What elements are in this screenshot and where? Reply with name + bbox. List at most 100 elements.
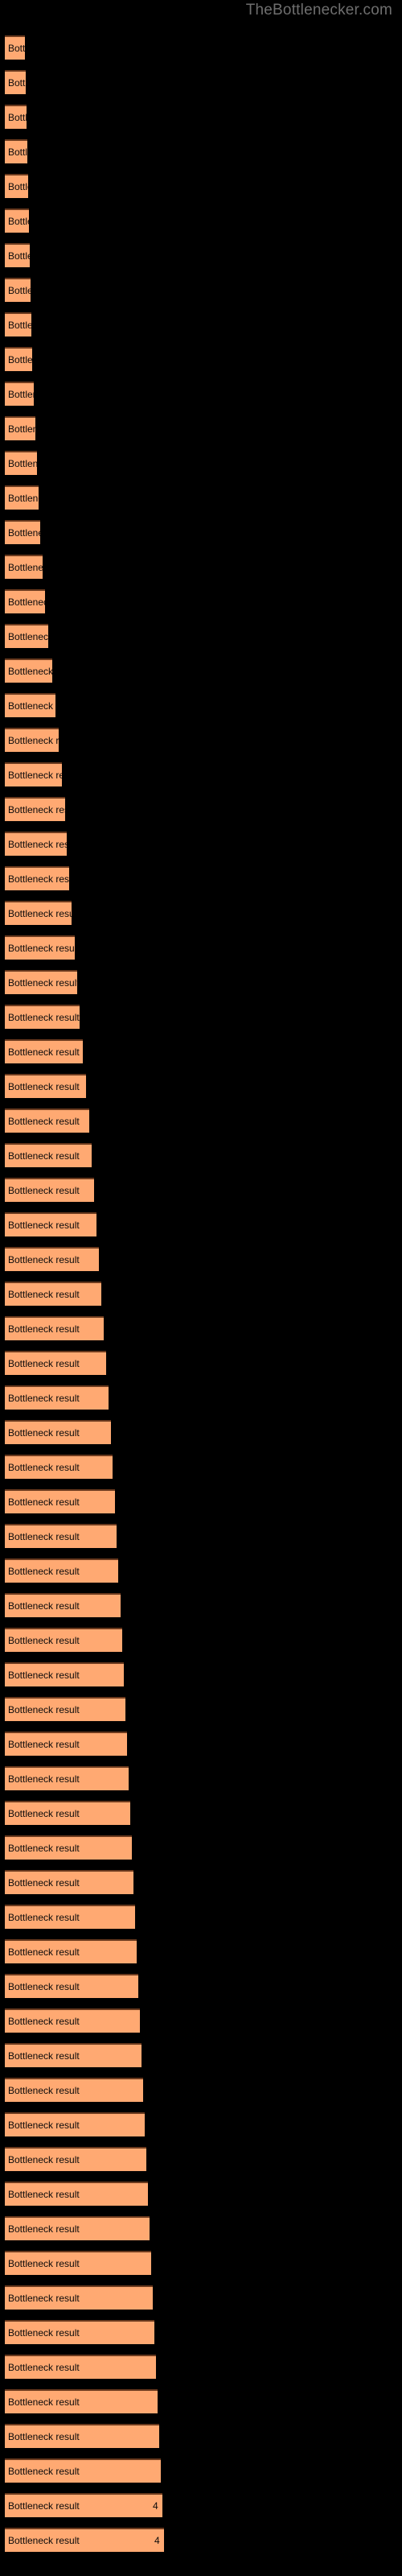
- bar[interactable]: Bottleneck result: [5, 451, 37, 475]
- bar[interactable]: Bottleneck result: [5, 1455, 113, 1479]
- bar-label: Bottleneck result: [8, 2327, 80, 2339]
- bar[interactable]: Bottleneck result: [5, 2216, 150, 2240]
- bar[interactable]: Bottleneck result: [5, 2112, 145, 2136]
- bar[interactable]: Bottleneck result: [5, 2182, 148, 2206]
- bar[interactable]: Bottleneck result: [5, 2320, 154, 2344]
- bar[interactable]: Bottleneck result: [5, 2424, 159, 2448]
- bar[interactable]: Bottleneck result 4: [5, 2493, 162, 2517]
- chart-row: Bottleneck result: [0, 1039, 402, 1074]
- bar[interactable]: Bottleneck result: [5, 2251, 151, 2275]
- bar[interactable]: Bottleneck result: [5, 1420, 111, 1444]
- chart-row: Bottleneck result: [0, 2112, 402, 2147]
- bar[interactable]: Bottleneck result: [5, 624, 48, 648]
- bar-label: Bottleneck result: [8, 2085, 80, 2096]
- bar-label: Bottleneck result: [8, 1289, 80, 1300]
- bar[interactable]: Bottleneck result: [5, 1697, 125, 1721]
- bar[interactable]: Bottleneck result: [5, 832, 67, 856]
- bar[interactable]: Bottleneck result: [5, 2389, 158, 2413]
- bar[interactable]: Bottleneck result: [5, 2008, 140, 2033]
- bar-label: Bottleneck result: [8, 2016, 80, 2027]
- bar[interactable]: Bottleneck result: [5, 2043, 142, 2067]
- bar[interactable]: Bottleneck result: [5, 208, 29, 233]
- bar[interactable]: Bottleneck result: [5, 1558, 118, 1583]
- chart-row: Bottleneck result: [0, 451, 402, 485]
- bar[interactable]: Bottleneck result: [5, 1282, 101, 1306]
- bar[interactable]: Bottleneck result: [5, 555, 43, 579]
- bar[interactable]: Bottleneck result: [5, 1801, 130, 1825]
- bar[interactable]: Bottleneck result: [5, 105, 27, 129]
- bar[interactable]: Bottleneck result: [5, 658, 52, 683]
- bar[interactable]: Bottleneck result: [5, 485, 39, 510]
- bar[interactable]: Bottleneck result: [5, 1974, 138, 1998]
- bar[interactable]: Bottleneck result: [5, 1732, 127, 1756]
- bar[interactable]: Bottleneck result: [5, 1178, 94, 1202]
- bar[interactable]: Bottleneck result: [5, 1039, 83, 1063]
- bar[interactable]: Bottleneck result: [5, 1524, 117, 1548]
- bar-label: Bottleneck result: [8, 2466, 80, 2477]
- bar[interactable]: Bottleneck result: [5, 1939, 137, 1963]
- bar[interactable]: Bottleneck result: [5, 2458, 161, 2483]
- bar[interactable]: Bottleneck result: [5, 1905, 135, 1929]
- chart-row: Bottleneck result: [0, 139, 402, 174]
- bar[interactable]: Bottleneck result: [5, 1247, 99, 1271]
- bar[interactable]: Bottleneck result: [5, 1143, 92, 1167]
- bar[interactable]: Bottleneck result: [5, 278, 31, 302]
- bar[interactable]: Bottleneck result: [5, 520, 40, 544]
- chart-row: Bottleneck result: [0, 866, 402, 901]
- bar[interactable]: Bottleneck result: [5, 866, 69, 890]
- bar[interactable]: Bottleneck result: [5, 35, 25, 60]
- bar[interactable]: Bottleneck result: [5, 2147, 146, 2171]
- bar[interactable]: Bottleneck result: [5, 139, 27, 163]
- chart-row: Bottleneck result: [0, 520, 402, 555]
- bar[interactable]: Bottleneck result: [5, 1385, 109, 1410]
- bar-label: Bottleneck result: [8, 423, 35, 435]
- bar[interactable]: Bottleneck result: [5, 1662, 124, 1686]
- bar-label: Bottleneck result: [8, 943, 75, 954]
- chart-row: Bottleneck result 4: [0, 2493, 402, 2528]
- bar[interactable]: Bottleneck result: [5, 728, 59, 752]
- bar[interactable]: Bottleneck result: [5, 797, 65, 821]
- bar[interactable]: Bottleneck result: [5, 347, 32, 371]
- bar[interactable]: Bottleneck result: [5, 1351, 106, 1375]
- bar-label: Bottleneck result: [8, 1912, 80, 1923]
- bar[interactable]: Bottleneck result: [5, 2078, 143, 2102]
- bar-label: Bottleneck result: [8, 1946, 80, 1958]
- chart-row: Bottleneck result: [0, 2008, 402, 2043]
- bar[interactable]: Bottleneck result: [5, 693, 55, 717]
- bar[interactable]: Bottleneck result: [5, 416, 35, 440]
- bar[interactable]: Bottleneck result: [5, 174, 28, 198]
- bar-label: Bottleneck result: [8, 1220, 80, 1231]
- chart-row: Bottleneck result: [0, 174, 402, 208]
- bar[interactable]: Bottleneck result: [5, 1212, 96, 1236]
- bar[interactable]: Bottleneck result: [5, 1593, 121, 1617]
- chart-row: Bottleneck result: [0, 105, 402, 139]
- bar-label: Bottleneck result: [8, 1877, 80, 1889]
- bar[interactable]: Bottleneck result: [5, 312, 31, 336]
- bar-label: Bottleneck result: [8, 735, 59, 746]
- chart-row: Bottleneck result: [0, 2216, 402, 2251]
- bar-label: Bottleneck result: [8, 2120, 80, 2131]
- bar[interactable]: Bottleneck result: [5, 1628, 122, 1652]
- bar[interactable]: Bottleneck result: [5, 1074, 86, 1098]
- bar[interactable]: Bottleneck result: [5, 2355, 156, 2379]
- chart-row: Bottleneck result: [0, 278, 402, 312]
- bar[interactable]: Bottleneck result: [5, 935, 75, 960]
- bar[interactable]: Bottleneck result: [5, 1870, 133, 1894]
- chart-row: Bottleneck result: [0, 1870, 402, 1905]
- bar[interactable]: Bottleneck result: [5, 901, 72, 925]
- bar[interactable]: Bottleneck result: [5, 970, 77, 994]
- bar[interactable]: Bottleneck result: [5, 589, 45, 613]
- bar[interactable]: Bottleneck result: [5, 1766, 129, 1790]
- bar[interactable]: Bottleneck result: [5, 70, 26, 94]
- bar[interactable]: Bottleneck result: [5, 762, 62, 786]
- chart-row: Bottleneck result: [0, 589, 402, 624]
- bar[interactable]: Bottleneck result: [5, 243, 30, 267]
- bar[interactable]: Bottleneck result: [5, 382, 34, 406]
- bar[interactable]: Bottleneck result: [5, 1316, 104, 1340]
- bar[interactable]: Bottleneck result: [5, 1835, 132, 1860]
- bar[interactable]: Bottleneck result: [5, 1005, 80, 1029]
- bar[interactable]: Bottleneck result: [5, 2285, 153, 2310]
- bar[interactable]: Bottleneck result: [5, 1108, 89, 1133]
- bar[interactable]: Bottleneck result 4: [5, 2528, 164, 2552]
- bar[interactable]: Bottleneck result: [5, 1489, 115, 1513]
